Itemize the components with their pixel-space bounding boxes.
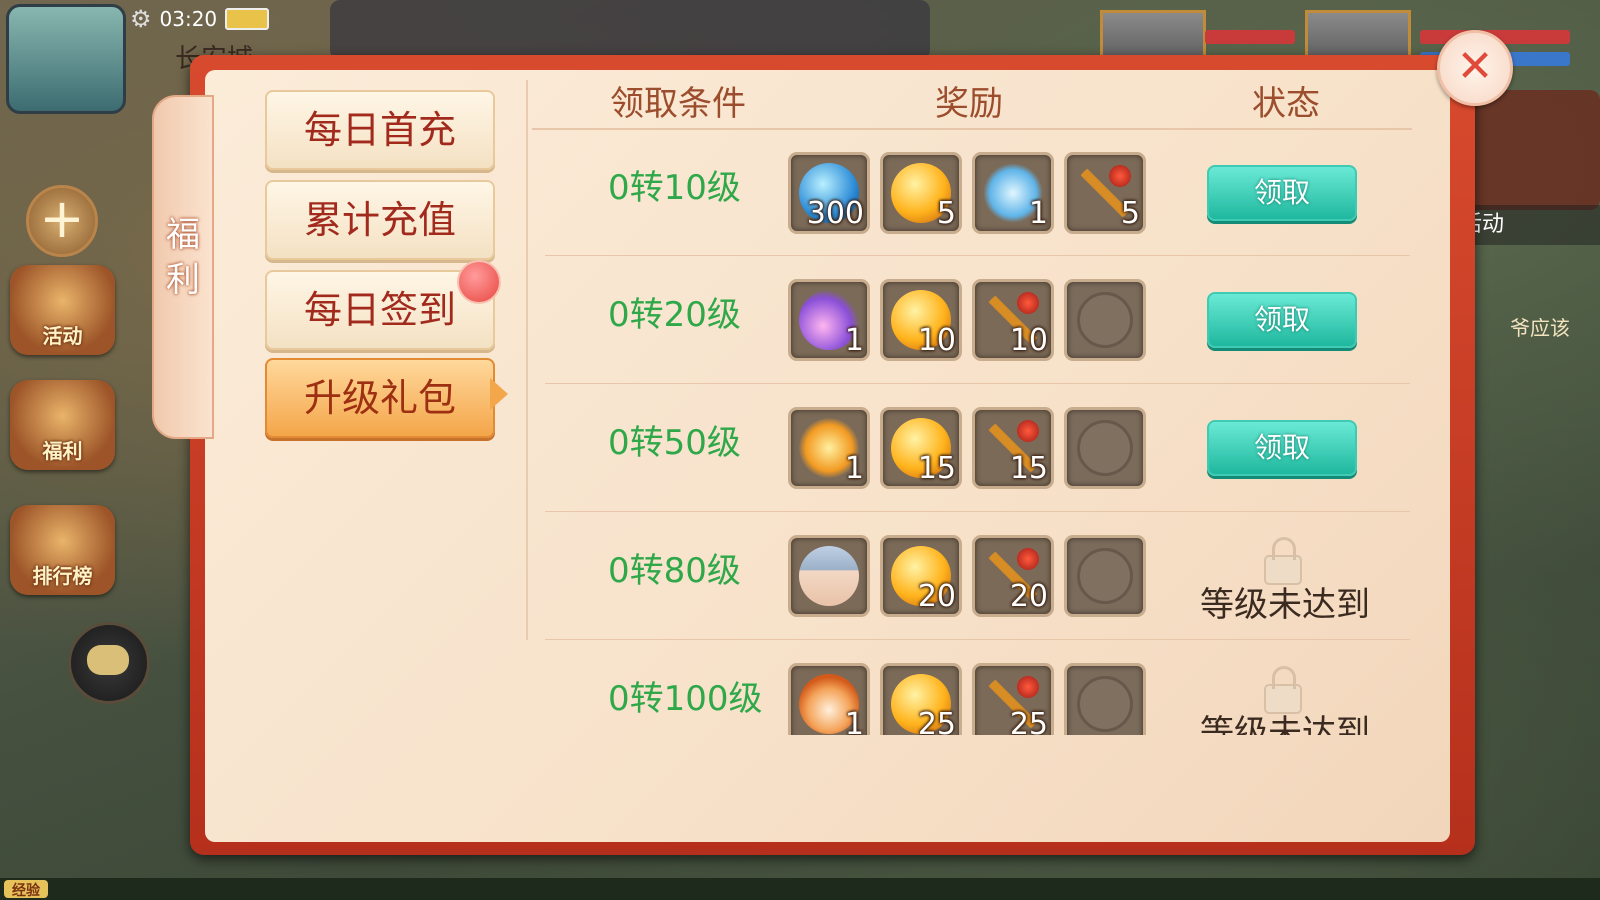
welfare-side-tag: 福 利 bbox=[152, 95, 214, 439]
locked-status-text: 等级未达到 bbox=[1200, 713, 1370, 735]
claim-button[interactable]: 领取 bbox=[1207, 165, 1357, 221]
tab-daily-first-recharge[interactable]: 每日首充 bbox=[265, 90, 495, 170]
reward-meteor-icon[interactable]: 1 bbox=[788, 279, 870, 361]
ranking-button[interactable]: 排行榜 bbox=[10, 505, 115, 595]
reward-empty-slot bbox=[1064, 279, 1146, 361]
close-icon[interactable]: ✕ bbox=[1437, 30, 1513, 106]
column-header-condition: 领取条件 bbox=[610, 84, 746, 124]
exp-bar: 经验 bbox=[0, 878, 1600, 900]
teammate-hp-bar bbox=[1205, 30, 1295, 44]
header-divider bbox=[532, 128, 1412, 130]
activity-button[interactable]: 活动 bbox=[10, 265, 115, 355]
right-hint-text: 爷应该 bbox=[1510, 316, 1570, 340]
reward-golden-staff-icon[interactable]: 20 bbox=[972, 535, 1054, 617]
row-divider bbox=[545, 255, 1410, 256]
add-plus-icon[interactable]: + bbox=[26, 185, 98, 257]
reward-count: 5 bbox=[936, 196, 956, 231]
welfare-button[interactable]: 福利 bbox=[10, 380, 115, 470]
tab-label: 每日签到 bbox=[303, 288, 456, 332]
claim-button[interactable]: 领取 bbox=[1207, 292, 1357, 348]
roof-decoration bbox=[330, 0, 930, 60]
reward-count: 15 bbox=[917, 451, 956, 486]
settings-gear-icon[interactable]: ⚙ bbox=[130, 5, 152, 33]
reward-armored-hero-portrait[interactable] bbox=[788, 535, 870, 617]
reward-ice-wing-icon[interactable]: 1 bbox=[972, 152, 1054, 234]
reward-gold-orb-icon[interactable]: 10 bbox=[880, 279, 962, 361]
exp-label: 经验 bbox=[4, 880, 48, 899]
clock-time: 03:20 bbox=[159, 7, 218, 31]
row-condition: 0转50级 bbox=[608, 423, 741, 463]
row-divider bbox=[545, 383, 1410, 384]
claim-button[interactable]: 领取 bbox=[1207, 420, 1357, 476]
tab-cumulative-recharge[interactable]: 累计充值 bbox=[265, 180, 495, 260]
reward-count: 15 bbox=[1009, 451, 1048, 486]
row-clip: 1 25 25 等级未达到 bbox=[780, 660, 1380, 735]
row-condition: 0转20级 bbox=[608, 295, 741, 335]
reward-count: 10 bbox=[1009, 323, 1048, 358]
reward-gold-orb-icon[interactable]: 20 bbox=[880, 535, 962, 617]
reward-count: 300 bbox=[806, 196, 864, 231]
reward-count: 1 bbox=[844, 451, 864, 486]
side-tag-char: 利 bbox=[166, 260, 200, 300]
reward-gold-orb-icon[interactable]: 25 bbox=[880, 663, 962, 735]
reward-fox-pet-portrait[interactable]: 1 bbox=[788, 663, 870, 735]
row-condition: 0转10级 bbox=[608, 168, 741, 208]
battery-icon bbox=[225, 8, 270, 30]
reward-golden-staff-icon[interactable]: 10 bbox=[972, 279, 1054, 361]
reward-count: 10 bbox=[917, 323, 956, 358]
tab-label: 每日首充 bbox=[303, 108, 456, 152]
reward-count: 25 bbox=[917, 707, 956, 735]
row-divider bbox=[545, 639, 1410, 640]
tab-label: 升级礼包 bbox=[303, 376, 456, 420]
locked-status-text: 等级未达到 bbox=[1200, 585, 1370, 625]
ranking-label: 排行榜 bbox=[32, 564, 93, 588]
welfare-label: 福利 bbox=[42, 439, 83, 463]
reward-empty-slot bbox=[1064, 407, 1146, 489]
reward-count: 1 bbox=[844, 323, 864, 358]
panel-divider bbox=[526, 80, 528, 640]
reward-gold-orb-icon[interactable]: 5 bbox=[880, 152, 962, 234]
reward-count: 25 bbox=[1009, 707, 1048, 735]
status-bar: ⚙ 03:20 bbox=[130, 4, 270, 34]
reward-empty-slot bbox=[1064, 663, 1146, 735]
reward-golden-staff-icon[interactable]: 5 bbox=[1064, 152, 1146, 234]
notification-dot bbox=[457, 260, 501, 304]
reward-fire-feather-icon[interactable]: 1 bbox=[788, 407, 870, 489]
column-header-status: 状态 bbox=[1252, 84, 1320, 124]
reward-count: 1 bbox=[1028, 196, 1048, 231]
reward-count: 5 bbox=[1120, 196, 1140, 231]
tab-level-up-gift[interactable]: 升级礼包 bbox=[265, 358, 495, 438]
reward-count: 1 bbox=[844, 707, 864, 735]
side-tag-char: 福 bbox=[166, 215, 200, 255]
chat-bubble-icon[interactable] bbox=[68, 622, 150, 704]
activity-label: 活动 bbox=[42, 324, 83, 348]
reward-golden-staff-icon[interactable]: 25 bbox=[972, 663, 1054, 735]
reward-empty-slot bbox=[1064, 535, 1146, 617]
reward-gold-orb-icon[interactable]: 15 bbox=[880, 407, 962, 489]
tab-label: 累计充值 bbox=[303, 198, 456, 242]
row-divider bbox=[545, 511, 1410, 512]
minimap-icon[interactable] bbox=[6, 4, 126, 114]
reward-golden-staff-icon[interactable]: 15 bbox=[972, 407, 1054, 489]
row-condition: 0转100级 bbox=[608, 679, 763, 719]
active-tab-arrow-icon bbox=[490, 378, 508, 410]
reward-blue-orb-icon[interactable]: 300 bbox=[788, 152, 870, 234]
column-header-reward: 奖励 bbox=[935, 84, 1003, 124]
reward-count: 20 bbox=[917, 579, 956, 614]
row-condition: 0转80级 bbox=[608, 551, 741, 591]
reward-count: 20 bbox=[1009, 579, 1048, 614]
